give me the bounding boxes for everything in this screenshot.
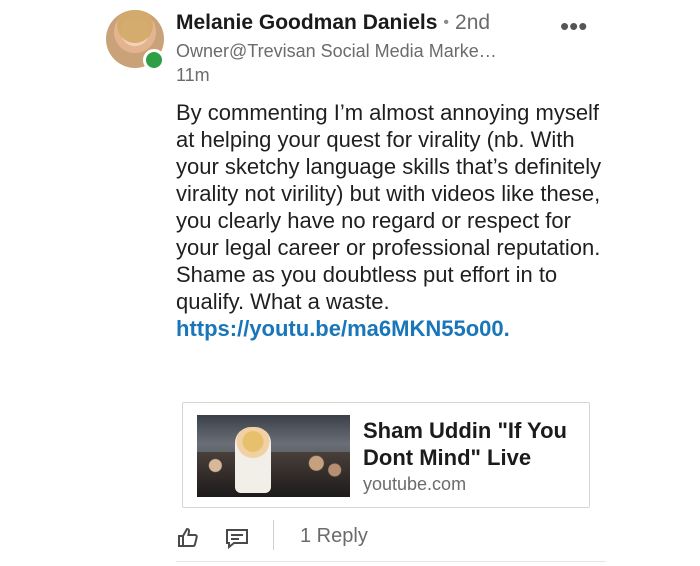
comment-timestamp: 11m [176,65,210,85]
author-name[interactable]: Melanie Goodman Daniels [176,11,437,34]
preview-domain: youtube.com [363,474,467,494]
comment-actions: 1 Reply [176,520,596,550]
link-preview-card[interactable]: Sham Uddin "If You Dont Mind" Live youtu… [182,402,590,508]
separator-dot: • [443,14,450,31]
comment-link[interactable]: https://youtu.be/ma6MKN55o00. [176,316,510,341]
bottom-divider [176,561,606,562]
author-headline: Owner@Trevisan Social Media Marke… [176,41,497,61]
action-divider [273,520,274,550]
replies-link[interactable]: 1 Reply [300,524,368,548]
more-options-icon[interactable]: ••• [560,13,587,39]
author-line: Melanie Goodman Daniels • 2nd [176,10,490,36]
like-icon[interactable] [176,525,200,554]
video-thumbnail[interactable] [197,415,350,497]
comment-text: By commenting I’m almost annoying myself… [176,100,602,314]
comment-icon[interactable] [225,528,249,555]
thumbnail-speaker [235,427,271,493]
connection-degree: 2nd [455,11,491,34]
comment-body: By commenting I’m almost annoying myself… [176,99,616,342]
thumbnail-crowd [197,452,350,497]
online-status-icon [143,49,165,71]
preview-title[interactable]: Sham Uddin "If You Dont Mind" Live [363,417,583,471]
